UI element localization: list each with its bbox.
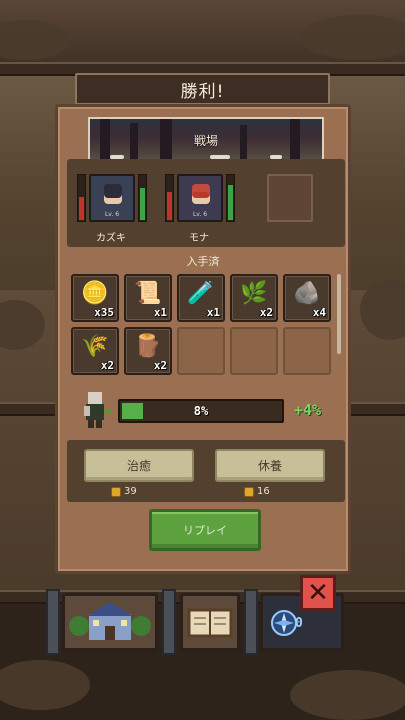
potion-icon: 🧪 [187, 281, 215, 306]
empty-party-slot[interactable] [267, 174, 313, 222]
battlefield-banner: 戦場 [88, 117, 324, 165]
avatar: Lv. 6 [177, 174, 223, 222]
party-member-mona[interactable]: Lv. 6 モナ [165, 174, 245, 244]
loot-grid: 🪙 x35 📜 x1 🧪 x1 🌿 x2 🪨 x4 🌾 x2 🪵 x2 [71, 274, 333, 381]
dock-pillar [46, 589, 60, 655]
item-qty: x1 [153, 306, 167, 319]
book-icon [187, 608, 233, 638]
empty-loot-slot [283, 327, 331, 375]
item-qty: x2 [153, 359, 167, 372]
battlefield-label: 戦場 [193, 134, 218, 148]
sp-fill [140, 187, 145, 220]
item-qty: x2 [100, 359, 114, 372]
rest-button[interactable]: 休養 [215, 449, 325, 482]
hp-bar [165, 174, 174, 222]
heal-cost-value: 39 [124, 486, 137, 497]
member-name: カズキ [96, 233, 126, 244]
level-label: Lv. 6 [192, 211, 208, 218]
obtained-label: 入手済 [186, 255, 220, 268]
cotton-branch-icon: 🌾 [81, 334, 109, 359]
close-icon: ✕ [307, 578, 329, 608]
heal-cost: 39 [111, 486, 137, 497]
experience-gain: +4% [294, 401, 322, 419]
town-icon [69, 602, 151, 640]
scroll-map-icon: 📜 [134, 281, 162, 306]
loot-item[interactable]: 🧪 x1 [177, 274, 225, 322]
gold-coins-icon: 🪙 [81, 281, 109, 306]
victory-panel: 戦場 Lv. 6 カズキ Lv. 6 モナ 入手済 🪙x35 📜x1 � [55, 104, 351, 574]
log-icon: 🪵 [134, 334, 162, 359]
loot-item[interactable]: 🪙 x35 [71, 274, 119, 322]
journal-button[interactable] [180, 593, 240, 651]
item-qty: x1 [206, 306, 220, 319]
sp-bar [226, 174, 235, 222]
loot-item[interactable]: 🌿 x2 [230, 274, 278, 322]
empty-loot-slot [230, 327, 278, 375]
hp-bar [77, 174, 86, 222]
rest-cost-value: 16 [257, 486, 270, 497]
experience-percent: 8% [193, 404, 209, 418]
replay-button[interactable]: リプレイ [149, 509, 261, 551]
hp-fill [79, 196, 84, 220]
close-button[interactable]: ✕ [300, 575, 336, 611]
dock-pillar [162, 589, 176, 655]
gold-coin-icon [111, 486, 121, 497]
item-qty: x4 [312, 306, 326, 319]
character-face [192, 184, 210, 204]
heal-button[interactable]: 治癒 [84, 449, 194, 482]
item-qty: x35 [94, 306, 114, 319]
loot-item[interactable]: 🪵 x2 [124, 327, 172, 375]
empty-loot-slot [177, 327, 225, 375]
hp-fill [167, 192, 172, 220]
rest-cost: 16 [244, 486, 270, 497]
ore-icon: 🪨 [293, 281, 321, 306]
gem-count: 0 [295, 616, 303, 631]
victory-title: 勝利! [75, 73, 330, 105]
party-section: Lv. 6 カズキ Lv. 6 モナ [67, 159, 345, 247]
loot-item[interactable]: 📜 x1 [124, 274, 172, 322]
loot-scrollbar[interactable] [337, 274, 341, 354]
loot-item[interactable]: 🪨 x4 [283, 274, 331, 322]
sp-fill [228, 185, 233, 220]
hero-figure-icon [84, 392, 112, 428]
experience-row: 8% +4% [78, 390, 348, 430]
party-member-kazuki[interactable]: Lv. 6 カズキ [77, 174, 157, 244]
dock-pillar [244, 589, 258, 655]
recovery-actions: 治癒 休養 39 16 [67, 440, 345, 502]
character-face [104, 184, 122, 204]
herb-icon: 🌿 [240, 281, 268, 306]
sp-bar [138, 174, 147, 222]
loot-item[interactable]: 🌾 x2 [71, 327, 119, 375]
member-name: モナ [189, 233, 209, 244]
experience-bar: 8% [118, 399, 284, 423]
gold-coin-icon [244, 486, 254, 497]
item-qty: x2 [259, 306, 273, 319]
town-button[interactable] [62, 593, 158, 651]
avatar: Lv. 6 [89, 174, 135, 222]
level-label: Lv. 6 [104, 211, 120, 218]
